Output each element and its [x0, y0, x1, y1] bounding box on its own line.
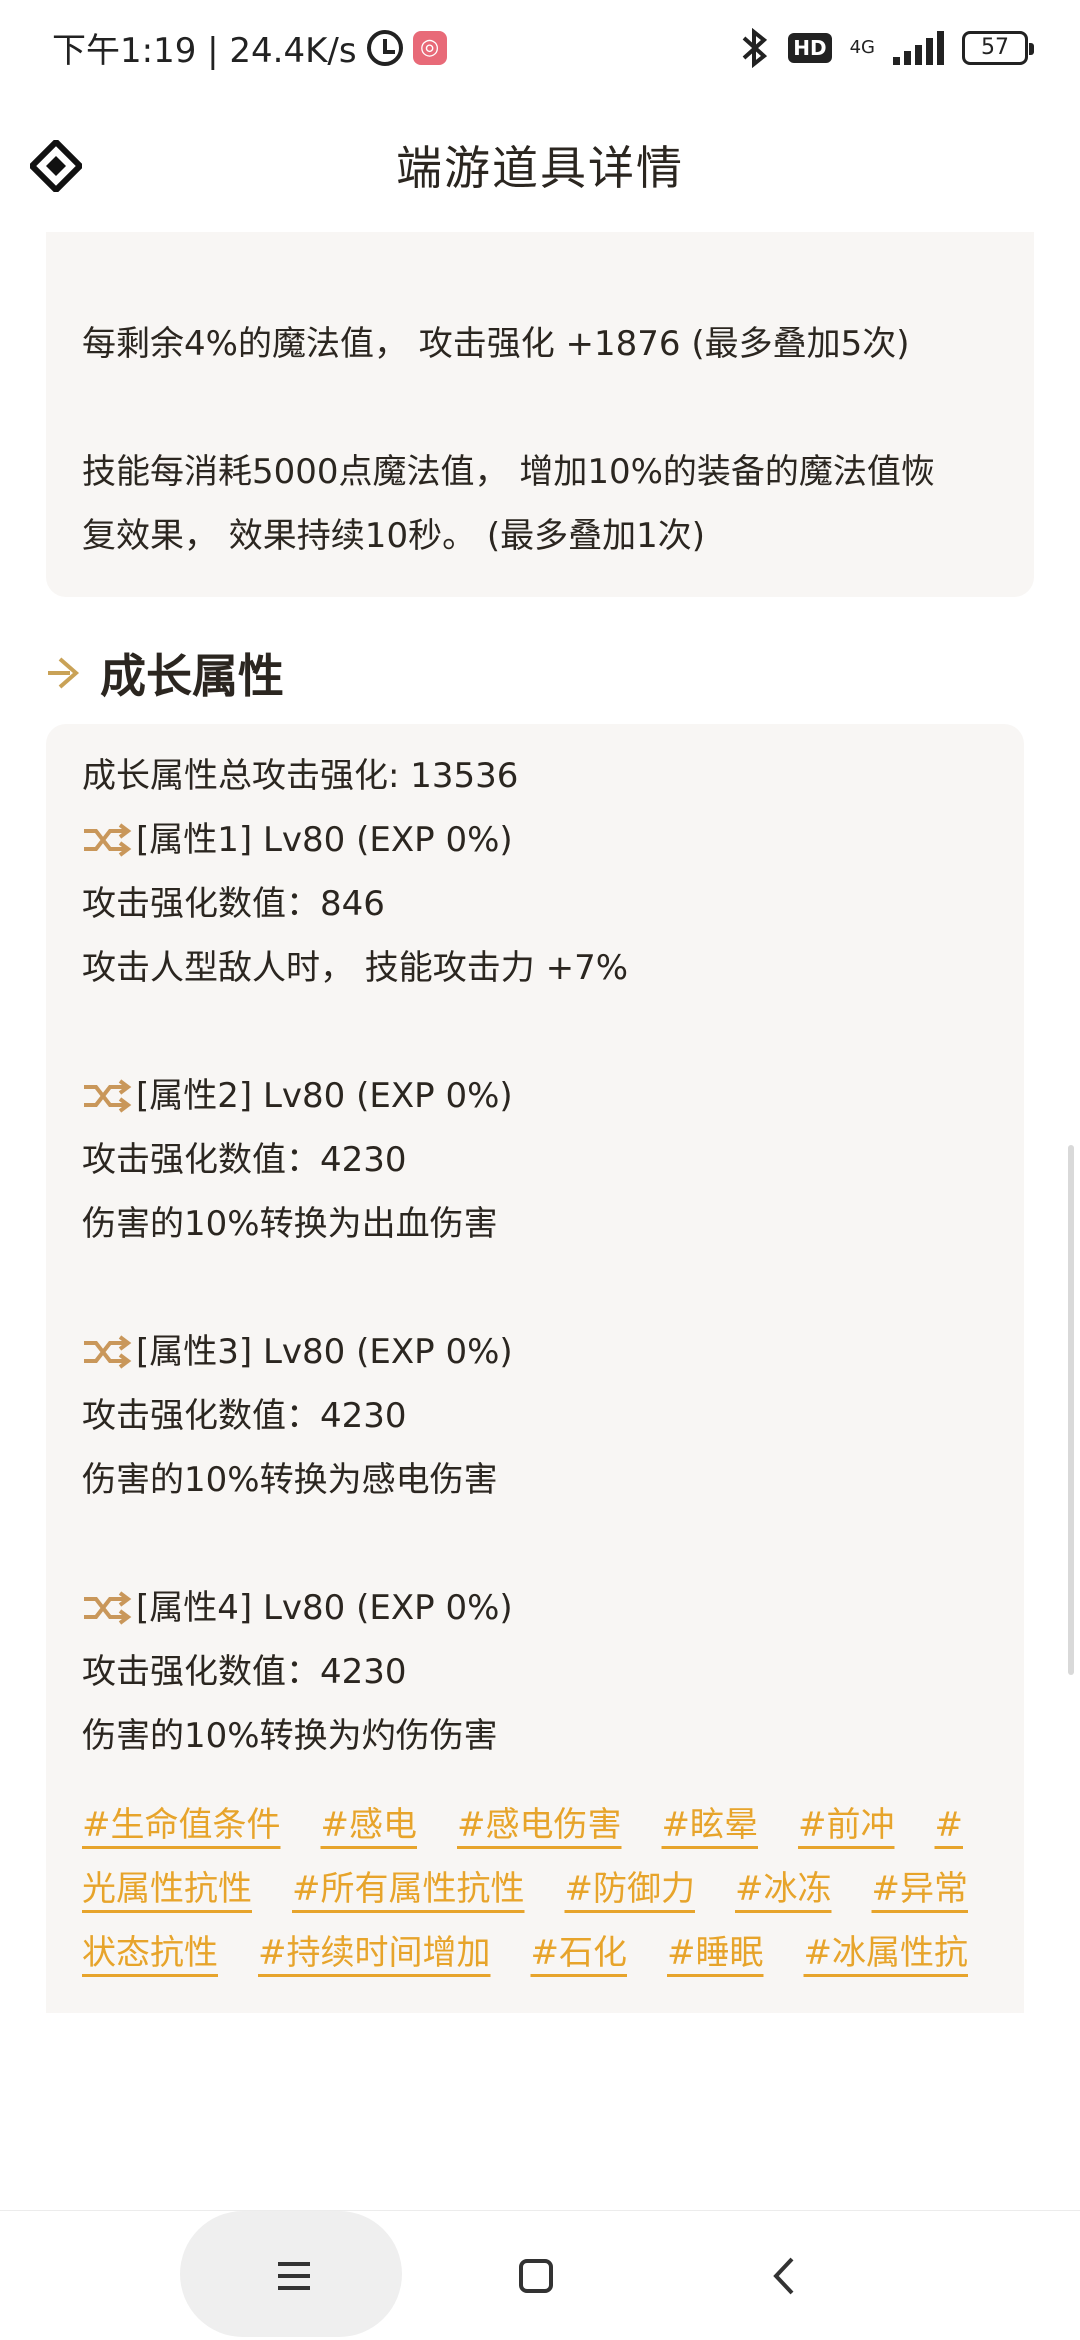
- attribute-effect: 攻击人型敌人时， 技能攻击力 +7%: [82, 948, 629, 988]
- tag-list: #生命值条件 #感电 #感电伤害 #眩晕 #前冲 # 光属性抗性 #所有属性抗性 #防御力 #冰冻…: [82, 1793, 988, 1985]
- back-icon: [773, 2257, 794, 2295]
- tag-item[interactable]: #冰属性抗: [804, 1921, 969, 1985]
- growth-card: 成长属性总攻击强化: 13536 [属性1] Lv80 (EXP 0%) 攻击强…: [46, 724, 1024, 1874]
- system-nav-bar: [0, 2210, 1080, 2340]
- tag-item[interactable]: #石化: [531, 1921, 628, 1985]
- status-bar: 下午1:19 | 24.4K/s ◎ HD 4G 57: [0, 0, 1080, 95]
- network-type: 4G: [849, 36, 875, 58]
- home-button[interactable]: [496, 2231, 576, 2321]
- growth-section-header: 成长属性: [46, 640, 284, 706]
- home-icon: [519, 2259, 553, 2293]
- tag-item[interactable]: 光属性抗性: [82, 1857, 252, 1921]
- attribute-effect: 伤害的10%转换为感电伤害: [82, 1460, 498, 1500]
- tag-item[interactable]: #感电: [321, 1793, 418, 1857]
- effects-card: 每剩余4%的魔法值， 攻击强化 +1876 (最多叠加5次) 技能每消耗5000…: [0, 232, 1080, 597]
- hd-badge: HD: [788, 32, 832, 63]
- attribute-value: 攻击强化数值：846: [82, 884, 385, 924]
- attribute-value: 攻击强化数值：4230: [82, 1396, 407, 1436]
- tag-item[interactable]: #冰冻: [735, 1857, 832, 1921]
- app-notification-icon: ◎: [412, 30, 447, 65]
- menu-icon: [278, 2262, 310, 2290]
- attribute-header: [属性1] Lv80 (EXP 0%): [82, 808, 988, 872]
- shuffle-icon: [84, 823, 132, 857]
- shuffle-icon: [84, 1335, 132, 1369]
- page-title: 端游道具详情: [396, 141, 684, 195]
- tag-item[interactable]: #持续时间增加: [258, 1921, 491, 1985]
- tags-card: #生命值条件 #感电 #感电伤害 #眩晕 #前冲 # 光属性抗性 #所有属性抗性 #防御力 #冰冻…: [46, 1773, 1024, 2013]
- growth-total: 成长属性总攻击强化: 13536: [82, 756, 519, 796]
- logo-icon[interactable]: [30, 140, 82, 192]
- tag-item[interactable]: #异常: [872, 1857, 969, 1921]
- tag-item[interactable]: #感电伤害: [457, 1793, 622, 1857]
- tag-item[interactable]: 状态抗性: [82, 1921, 218, 1985]
- tag-item[interactable]: #生命值条件: [82, 1793, 281, 1857]
- scrollbar[interactable]: [1068, 1145, 1074, 1675]
- attribute-effect: 伤害的10%转换为灼伤伤害: [82, 1716, 498, 1756]
- attribute-header: [属性3] Lv80 (EXP 0%): [82, 1320, 988, 1384]
- bluetooth-icon: [742, 27, 768, 68]
- effect-line: 复效果， 效果持续10秒。 (最多叠加1次): [82, 516, 706, 556]
- back-button[interactable]: [744, 2231, 824, 2321]
- tag-item[interactable]: #防御力: [565, 1857, 696, 1921]
- status-time: 下午1:19 | 24.4K/s: [52, 31, 357, 71]
- attribute-value: 攻击强化数值：4230: [82, 1652, 407, 1692]
- attribute-header: [属性4] Lv80 (EXP 0%): [82, 1576, 988, 1640]
- section-title: 成长属性: [100, 649, 284, 703]
- attribute-effect: 伤害的10%转换为出血伤害: [82, 1204, 498, 1244]
- shuffle-icon: [84, 1591, 132, 1625]
- attribute-header: [属性2] Lv80 (EXP 0%): [82, 1064, 988, 1128]
- signal-icon: [893, 30, 944, 65]
- shuffle-icon: [84, 1079, 132, 1113]
- tag-item[interactable]: #睡眠: [667, 1921, 764, 1985]
- attribute-value: 攻击强化数值：4230: [82, 1140, 407, 1180]
- tag-item[interactable]: #眩晕: [662, 1793, 759, 1857]
- tag-item[interactable]: #: [935, 1793, 964, 1857]
- tag-item[interactable]: #前冲: [798, 1793, 895, 1857]
- section-arrow-icon: [48, 657, 80, 689]
- menu-button[interactable]: [254, 2231, 334, 2321]
- app-header: 端游道具详情: [0, 95, 1080, 235]
- battery-icon: 57: [962, 30, 1034, 65]
- effect-line: 每剩余4%的魔法值， 攻击强化 +1876 (最多叠加5次): [82, 324, 910, 364]
- effect-line: 技能每消耗5000点魔法值， 增加10%的装备的魔法值恢: [82, 452, 935, 492]
- tag-item[interactable]: #所有属性抗性: [292, 1857, 525, 1921]
- alarm-icon: [366, 29, 403, 66]
